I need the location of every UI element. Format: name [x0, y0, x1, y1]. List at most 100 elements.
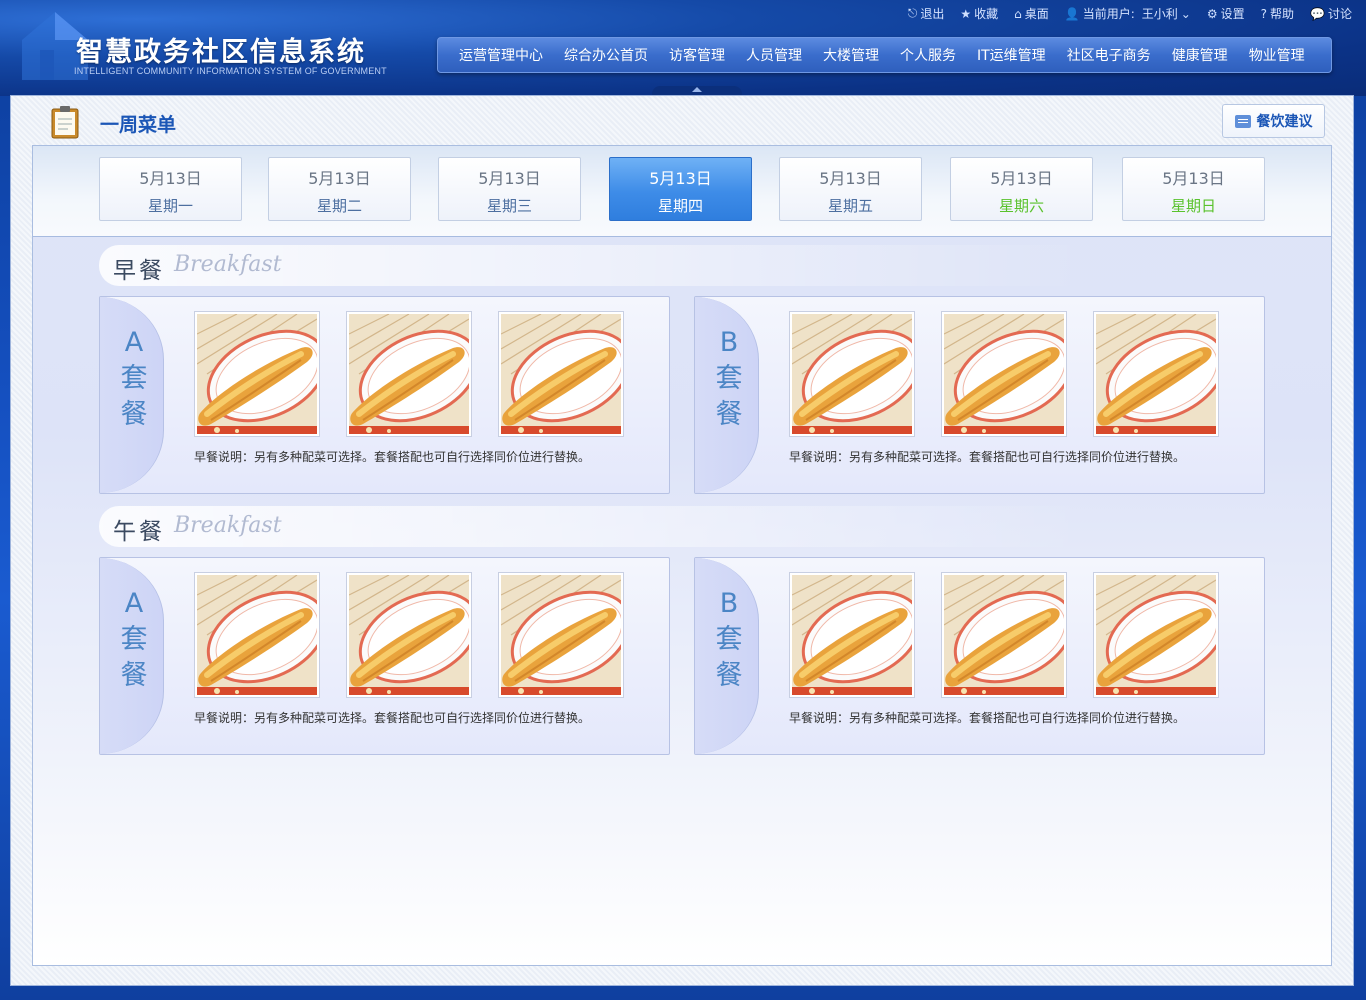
fried-dough-stick-image	[944, 575, 1064, 695]
dish-thumbnail[interactable]	[789, 572, 915, 698]
meal-set-card: B套餐 早餐说明：另有多种配菜可选择。套餐搭配也可自行选择同价位进行替换。	[694, 557, 1265, 755]
fried-dough-stick-image	[349, 314, 469, 434]
dish-thumbnail[interactable]	[1093, 572, 1219, 698]
nav-item-personal[interactable]: 个人服务	[900, 45, 956, 65]
dish-thumbnail[interactable]	[789, 311, 915, 437]
dish-thumbnail[interactable]	[346, 572, 472, 698]
meal-title: 早餐	[113, 258, 165, 284]
fried-dough-stick-image	[1096, 314, 1216, 434]
meal-set-card: B套餐 早餐说明：另有多种配菜可选择。套餐搭配也可自行选择同价位进行替换。	[694, 296, 1265, 494]
day-weekday: 星期二	[316, 197, 362, 215]
day-tab[interactable]: 5月13日星期四	[609, 157, 752, 221]
dish-thumbnail[interactable]	[498, 572, 624, 698]
dish-list	[789, 311, 1219, 437]
day-weekday: 星期六	[998, 197, 1044, 215]
set-description: 早餐说明：另有多种配菜可选择。套餐搭配也可自行选择同价位进行替换。	[194, 450, 591, 464]
meal-header: 早餐 Breakfast	[99, 245, 1333, 286]
nav-item-personnel[interactable]: 人员管理	[746, 45, 802, 65]
logout-icon: ⎋	[907, 6, 918, 20]
favorites-link[interactable]: ★ 收藏	[960, 5, 998, 22]
dish-list	[194, 572, 624, 698]
help-icon: ?	[1260, 6, 1268, 21]
meal-header: 午餐 Breakfast	[99, 506, 1333, 547]
discussion-link[interactable]: 💬 讨论	[1310, 5, 1352, 22]
day-tab[interactable]: 5月13日 星期日	[1122, 157, 1265, 221]
day-weekday: 星期四	[657, 197, 703, 215]
day-date: 5月13日	[478, 169, 541, 188]
logout-link[interactable]: ⎋ 退出	[908, 5, 945, 22]
dish-thumbnail[interactable]	[194, 311, 320, 437]
nav-item-operations[interactable]: 运营管理中心	[459, 45, 543, 65]
star-icon: ★	[960, 6, 972, 21]
day-tab[interactable]: 5月13日星期二	[268, 157, 411, 221]
nav-item-health[interactable]: 健康管理	[1172, 45, 1228, 65]
set-letter: B	[719, 588, 739, 619]
day-weekday: 星期日	[1170, 197, 1216, 215]
user-icon: 👤	[1064, 6, 1080, 21]
dish-thumbnail[interactable]	[498, 311, 624, 437]
set-letter: B	[719, 327, 739, 358]
fried-dough-stick-image	[501, 575, 621, 695]
day-tab[interactable]: 5月13日星期三	[438, 157, 581, 221]
fried-dough-stick-image	[349, 575, 469, 695]
day-date: 5月13日	[819, 169, 882, 188]
set-label-char: 套	[120, 363, 148, 394]
menu-content: 5月13日 星期一 5月13日 星期二 5月13日 星期三 5月13日 星期四 5月13日 星期五…	[32, 145, 1333, 966]
day-date: 5月13日	[990, 169, 1053, 188]
set-label: B套餐	[713, 325, 745, 433]
set-label-char: 套	[120, 624, 148, 655]
nav-item-building[interactable]: 大楼管理	[823, 45, 879, 65]
meal-set-card: A套餐 早餐说明：另有多种配菜可选择。套餐搭配也可自行选择同价位进行替换。	[99, 296, 670, 494]
set-label: A套餐	[118, 586, 150, 694]
fried-dough-stick-image	[501, 314, 621, 434]
desktop-link[interactable]: ⌂ 桌面	[1014, 5, 1049, 22]
current-user[interactable]: 👤 当前用户: 王小利 ⌄	[1065, 5, 1191, 22]
clipboard-icon	[51, 106, 79, 139]
fried-dough-stick-image	[792, 575, 912, 695]
dish-thumbnail[interactable]	[941, 311, 1067, 437]
chevron-down-icon: ⌄	[1180, 6, 1191, 21]
dish-thumbnail[interactable]	[194, 572, 320, 698]
nav-item-it-ops[interactable]: IT运维管理	[977, 45, 1046, 65]
day-date: 5月13日	[649, 169, 712, 188]
dish-list	[789, 572, 1219, 698]
fried-dough-stick-image	[197, 314, 317, 434]
day-weekday: 星期一	[147, 197, 193, 215]
dish-thumbnail[interactable]	[1093, 311, 1219, 437]
message-icon	[1234, 114, 1251, 128]
nav-item-ecommerce[interactable]: 社区电子商务	[1067, 45, 1151, 65]
day-tab[interactable]: 5月13日 星期五	[779, 157, 922, 221]
fried-dough-stick-image	[944, 314, 1064, 434]
set-label-char: 餐	[715, 660, 743, 691]
set-description: 早餐说明：另有多种配菜可选择。套餐搭配也可自行选择同价位进行替换。	[194, 711, 591, 725]
user-name: 王小利	[1141, 7, 1178, 21]
meal-title-en: Breakfast	[174, 513, 282, 538]
app-title: 智慧政务社区信息系统	[76, 37, 366, 68]
dish-thumbnail[interactable]	[941, 572, 1067, 698]
main-nav: 运营管理中心 综合办公首页 访客管理 人员管理 大楼管理 个人服务 IT运维管理…	[437, 37, 1332, 73]
help-link[interactable]: ? 帮助	[1261, 5, 1294, 22]
gear-icon: ⚙	[1206, 6, 1218, 21]
day-tab[interactable]: 5月13日 星期一	[99, 157, 242, 221]
nav-item-office-home[interactable]: 综合办公首页	[564, 45, 648, 65]
top-links: ⎋ 退出 ★ 收藏 ⌂ 桌面 👤 当前用户: 王小利 ⌄ ⚙ 设置 ? 帮助 💬…	[908, 5, 1352, 22]
meal-title: 午餐	[113, 519, 165, 545]
set-label: A套餐	[118, 325, 150, 433]
dish-thumbnail[interactable]	[346, 311, 472, 437]
nav-item-property[interactable]: 物业管理	[1249, 45, 1305, 65]
set-label-char: 套	[715, 363, 743, 394]
app-subtitle: INTELLIGENT COMMUNITY INFORMATION SYSTEM…	[74, 66, 387, 76]
set-letter: A	[124, 588, 144, 619]
dining-advice-button[interactable]: 餐饮建议	[1222, 104, 1325, 138]
set-label-char: 套	[715, 624, 743, 655]
fried-dough-stick-image	[1096, 575, 1216, 695]
day-weekday: 星期三	[486, 197, 532, 215]
set-label-char: 餐	[715, 399, 743, 430]
fried-dough-stick-image	[792, 314, 912, 434]
day-date: 5月13日	[308, 169, 371, 188]
settings-link[interactable]: ⚙ 设置	[1207, 5, 1245, 22]
day-tab[interactable]: 5月13日星期六	[950, 157, 1093, 221]
fried-dough-stick-image	[197, 575, 317, 695]
nav-item-visitors[interactable]: 访客管理	[669, 45, 725, 65]
meal-title-en: Breakfast	[174, 252, 282, 277]
